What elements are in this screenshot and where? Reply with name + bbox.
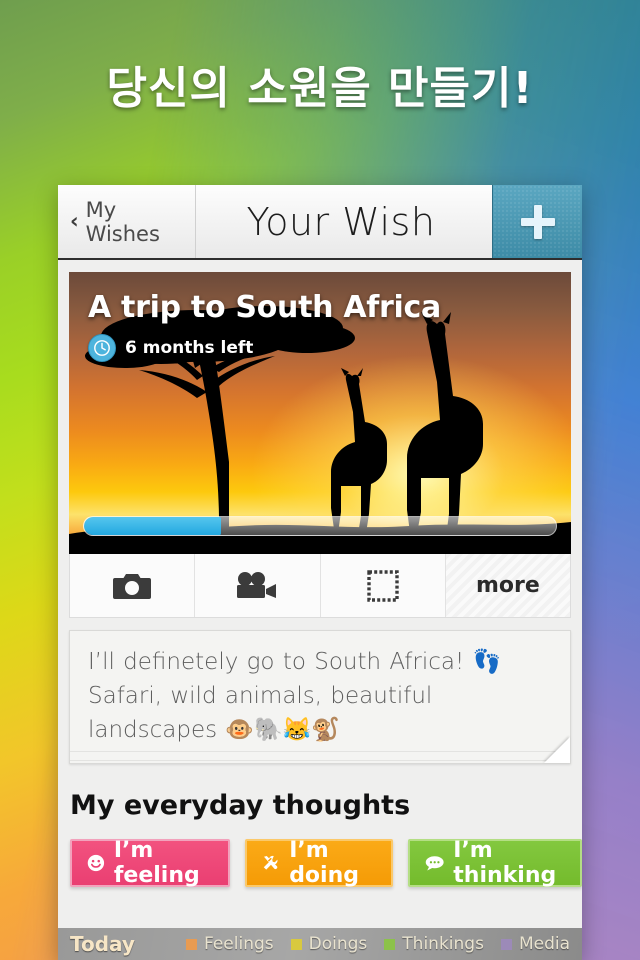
time-left-label: 6 months left	[125, 338, 254, 358]
legend-swatch-icon	[186, 938, 197, 950]
speech-bubble-icon	[425, 856, 444, 871]
legend-label-thinkings: Thinkings	[402, 934, 484, 954]
smiley-icon	[87, 854, 105, 872]
legend-item-feelings[interactable]: Feelings	[186, 934, 274, 954]
wish-hero-image[interactable]: A trip to South Africa 6 months left	[69, 272, 571, 554]
note-folded-corner	[544, 737, 570, 763]
timeline-legend-bar: Today Feelings Doings Thinkings Media	[58, 928, 582, 960]
im-feeling-button[interactable]: I’m feeling	[70, 838, 230, 888]
im-thinking-button[interactable]: I’m thinking	[407, 838, 582, 888]
wish-title: A trip to South Africa	[88, 290, 441, 325]
wish-note-text: I’ll definetely go to South Africa! 👣 Sa…	[88, 649, 502, 743]
legend-items: Feelings Doings Thinkings Media	[186, 934, 570, 954]
im-doing-button[interactable]: I’m doing	[244, 838, 393, 888]
add-wish-button[interactable]	[492, 185, 582, 258]
media-toolbar: more	[69, 554, 571, 618]
camera-icon	[113, 573, 152, 599]
page-title: Your Wish	[246, 199, 436, 244]
legend-item-media[interactable]: Media	[500, 934, 570, 954]
phone-screen: ‹ My Wishes Your Wish A trip to South Af…	[58, 185, 582, 960]
im-thinking-label: I’m thinking	[453, 838, 557, 888]
wish-deadline: 6 months left	[88, 334, 253, 362]
hero-container: A trip to South Africa 6 months left	[58, 260, 582, 554]
everyday-section-title: My everyday thoughts	[70, 790, 411, 821]
legend-swatch-icon	[384, 938, 396, 950]
legend-item-doings[interactable]: Doings	[290, 934, 368, 954]
add-photo-button[interactable]	[70, 554, 196, 617]
today-label: Today	[70, 932, 135, 956]
tools-icon	[263, 855, 278, 870]
legend-label-media: Media	[518, 934, 570, 954]
wish-note-card[interactable]: I’ll definetely go to South Africa! 👣 Sa…	[69, 630, 571, 764]
stamp-frame-icon	[366, 569, 399, 602]
plus-icon	[520, 204, 555, 239]
im-feeling-label: I’m feeling	[113, 838, 200, 888]
more-button[interactable]: more	[445, 554, 570, 617]
wish-progress-fill	[84, 517, 221, 535]
back-button-label: My Wishes	[85, 197, 160, 246]
add-sticker-button[interactable]	[321, 554, 446, 617]
app-background: 당신의 소원을 만들기! ‹ My Wishes Your Wish A tri…	[0, 0, 640, 960]
page-headline: 당신의 소원을 만들기!	[106, 63, 534, 114]
legend-swatch-icon	[290, 938, 302, 950]
note-ruled-lines	[70, 743, 570, 763]
im-doing-label: I’m doing	[289, 838, 360, 888]
chevron-left-icon: ‹	[70, 209, 79, 233]
legend-item-thinkings[interactable]: Thinkings	[384, 934, 484, 954]
legend-label-feelings: Feelings	[204, 934, 274, 954]
clock-icon	[88, 334, 116, 362]
everyday-buttons: I’m feeling I’m doing I’m thinking	[70, 838, 582, 888]
video-camera-icon	[237, 571, 277, 598]
add-video-button[interactable]	[195, 554, 321, 617]
back-button-my-wishes[interactable]: ‹ My Wishes	[58, 185, 196, 258]
navigation-bar: ‹ My Wishes Your Wish	[58, 185, 582, 260]
legend-swatch-icon	[500, 938, 512, 950]
legend-label-doings: Doings	[308, 934, 368, 954]
wish-progress-bar[interactable]	[83, 516, 557, 536]
